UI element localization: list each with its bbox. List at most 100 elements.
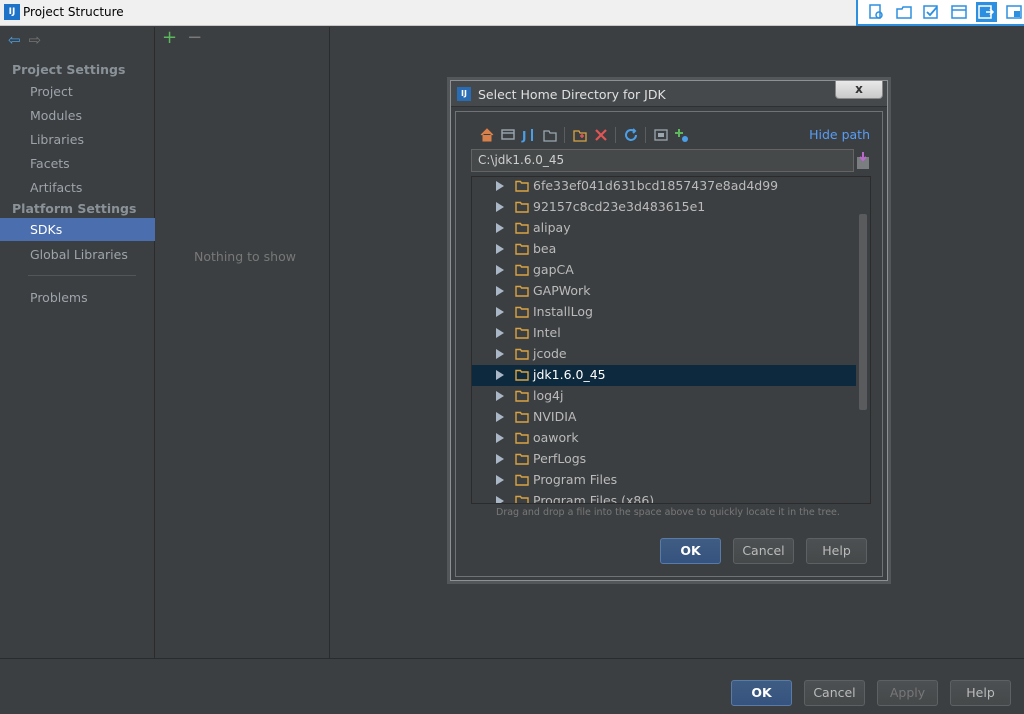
expand-arrow-icon[interactable] — [496, 223, 504, 233]
remove-icon[interactable]: − — [187, 29, 202, 47]
sidebar-item-problems[interactable]: Problems — [0, 286, 155, 309]
tree-scrollbar[interactable] — [856, 177, 870, 503]
svg-text:J: J — [521, 129, 526, 143]
file-tree[interactable]: Program Files (x86) Program Files PerfLogs… — [471, 176, 871, 504]
sidebar-item-libraries[interactable]: Libraries — [0, 128, 155, 151]
module-folder-icon[interactable] — [539, 126, 560, 144]
tree-row[interactable]: Program Files — [472, 470, 857, 491]
tree-item-label: InstallLog — [533, 304, 593, 319]
expand-arrow-icon[interactable] — [496, 454, 504, 464]
expand-arrow-icon[interactable] — [496, 391, 504, 401]
tray-folder-icon[interactable] — [894, 2, 915, 22]
tree-item-label: GAPWork — [533, 283, 591, 298]
dialog-titlebar: IJ Select Home Directory for JDK x — [451, 81, 887, 107]
tree-item-label: alipay — [533, 220, 571, 235]
expand-arrow-icon[interactable] — [496, 412, 504, 422]
tree-item-label: Intel — [533, 325, 561, 340]
expand-arrow-icon[interactable] — [496, 433, 504, 443]
expand-arrow-icon[interactable] — [496, 349, 504, 359]
dialog-button-bar: OK Cancel Apply Help — [0, 658, 1024, 714]
tree-row[interactable]: Program Files (x86) — [472, 491, 857, 503]
expand-arrow-icon[interactable] — [496, 265, 504, 275]
expand-arrow-icon[interactable] — [496, 475, 504, 485]
tree-row[interactable]: InstallLog — [472, 302, 857, 323]
tray-toolbar — [856, 0, 1024, 26]
expand-arrow-icon[interactable] — [496, 370, 504, 380]
close-icon[interactable]: x — [835, 81, 883, 99]
tray-export-icon[interactable] — [976, 2, 997, 22]
hide-path-link[interactable]: Hide path — [809, 127, 870, 142]
sidebar-item-artifacts[interactable]: Artifacts — [0, 176, 155, 199]
sidebar-item-modules[interactable]: Modules — [0, 104, 155, 127]
folder-icon — [515, 201, 529, 213]
expand-arrow-icon[interactable] — [496, 286, 504, 296]
expand-arrow-icon[interactable] — [496, 307, 504, 317]
tray-doc-search-icon[interactable] — [866, 2, 887, 22]
tray-window-icon[interactable] — [1004, 2, 1024, 22]
file-chooser-toolbar: J — [476, 126, 692, 144]
forward-arrow-icon[interactable]: ⇨ — [29, 33, 42, 48]
sidebar-item-facets[interactable]: Facets — [0, 152, 155, 175]
folder-icon — [515, 222, 529, 234]
refresh-icon[interactable] — [620, 126, 641, 144]
delete-icon[interactable] — [590, 126, 611, 144]
cancel-button[interactable]: Cancel — [804, 680, 865, 706]
sidebar-item-global-libraries[interactable]: Global Libraries — [0, 243, 155, 266]
expand-arrow-icon[interactable] — [496, 328, 504, 338]
toolbar-separator — [615, 127, 616, 143]
folder-icon — [515, 243, 529, 255]
scrollbar-thumb[interactable] — [859, 214, 867, 410]
tree-row[interactable]: GAPWork — [472, 281, 857, 302]
tree-row[interactable]: jdk1.6.0_45 — [472, 365, 857, 386]
tree-row[interactable]: oawork — [472, 428, 857, 449]
tray-checkbox-icon[interactable] — [921, 2, 942, 22]
desktop-icon[interactable] — [497, 126, 518, 144]
folder-icon — [515, 369, 529, 381]
expand-arrow-icon[interactable] — [496, 496, 504, 503]
tree-row[interactable]: 92157c8cd23e3d483615e1 — [472, 197, 857, 218]
path-input[interactable]: C:\jdk1.6.0_45 — [471, 149, 854, 172]
tree-item-label: 92157c8cd23e3d483615e1 — [533, 199, 706, 214]
expand-arrow-icon[interactable] — [496, 181, 504, 191]
path-history-icon[interactable] — [856, 152, 870, 170]
tree-item-label: Program Files — [533, 472, 618, 487]
add-sdk-icon[interactable] — [671, 126, 692, 144]
tray-calendar-icon[interactable] — [949, 2, 970, 22]
ok-button[interactable]: OK — [731, 680, 792, 706]
select-jdk-dialog: IJ Select Home Directory for JDK x J Hid… — [450, 80, 888, 581]
dialog-ok-button[interactable]: OK — [660, 538, 721, 564]
tree-item-label: oawork — [533, 430, 579, 445]
apply-button[interactable]: Apply — [877, 680, 938, 706]
tree-row[interactable]: gapCA — [472, 260, 857, 281]
help-button[interactable]: Help — [950, 680, 1011, 706]
dialog-cancel-button[interactable]: Cancel — [733, 538, 794, 564]
sidebar-item-sdks[interactable]: SDKs — [0, 218, 155, 241]
tree-row[interactable]: alipay — [472, 218, 857, 239]
show-hidden-icon[interactable] — [650, 126, 671, 144]
toolbar-separator — [645, 127, 646, 143]
tree-item-label: bea — [533, 241, 557, 256]
drag-drop-hint: Drag and drop a file into the space abov… — [496, 507, 840, 518]
home-icon[interactable] — [476, 126, 497, 144]
folder-icon — [515, 327, 529, 339]
platform-settings-header: Platform Settings — [12, 201, 137, 216]
project-settings-header: Project Settings — [12, 62, 126, 77]
tree-row[interactable]: PerfLogs — [472, 449, 857, 470]
add-icon[interactable]: + — [162, 29, 177, 47]
back-arrow-icon[interactable]: ⇦ — [8, 33, 21, 48]
folder-icon — [515, 390, 529, 402]
new-folder-icon[interactable] — [569, 126, 590, 144]
tree-row[interactable]: 6fe33ef041d631bcd1857437e8ad4d99 — [472, 177, 857, 197]
sidebar-item-project[interactable]: Project — [0, 80, 155, 103]
sdk-list-toolbar: + − — [162, 29, 202, 47]
tree-row[interactable]: NVIDIA — [472, 407, 857, 428]
expand-arrow-icon[interactable] — [496, 244, 504, 254]
expand-arrow-icon[interactable] — [496, 202, 504, 212]
intellij-dialog-icon: IJ — [457, 87, 471, 101]
tree-row[interactable]: bea — [472, 239, 857, 260]
project-icon[interactable]: J — [518, 126, 539, 144]
tree-row[interactable]: jcode — [472, 344, 857, 365]
tree-row[interactable]: log4j — [472, 386, 857, 407]
tree-row[interactable]: Intel — [472, 323, 857, 344]
dialog-help-button[interactable]: Help — [806, 538, 867, 564]
